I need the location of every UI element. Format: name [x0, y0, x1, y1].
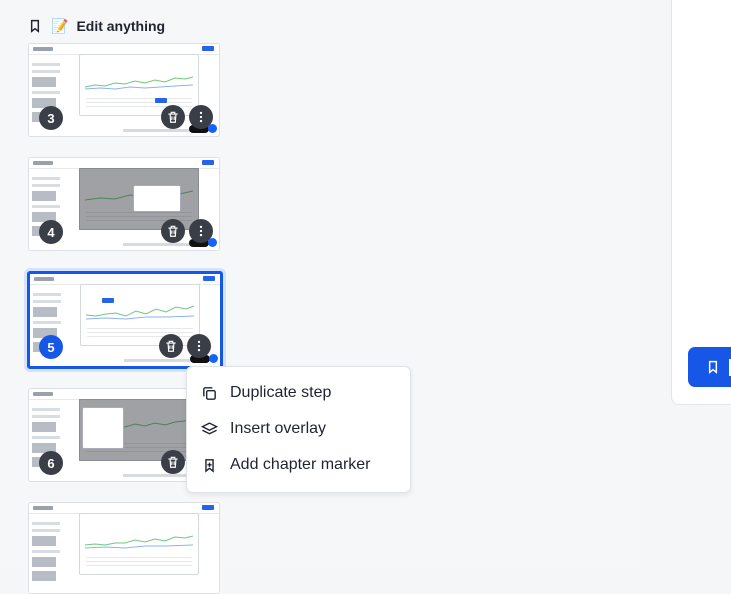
chapter-title: Edit anything	[76, 18, 166, 34]
bookmark-icon	[30, 19, 40, 33]
trash-icon	[166, 340, 176, 352]
add-chapter-marker-menu-item[interactable]: Add chapter marker	[201, 449, 397, 481]
step-context-menu: Duplicate step Insert overlay Add chapte…	[186, 366, 411, 493]
delete-step-button[interactable]	[161, 219, 185, 243]
step-number-badge: 5	[39, 335, 63, 359]
step-number-badge: 3	[39, 106, 63, 130]
step-card-4[interactable]: 4	[28, 157, 220, 251]
step-menu-button[interactable]	[187, 334, 211, 358]
duplicate-step-label: Duplicate step	[230, 384, 332, 401]
step-card-7-partial[interactable]	[28, 502, 220, 594]
step-card-5-selected[interactable]: 5	[27, 271, 223, 369]
trash-icon	[168, 225, 178, 237]
step-menu-button[interactable]	[189, 105, 213, 129]
trash-icon	[168, 111, 178, 123]
more-vertical-icon	[199, 111, 203, 123]
editor-right-panel	[671, 0, 731, 405]
duplicate-step-menu-item[interactable]: Duplicate step	[201, 377, 397, 409]
chapter-emoji: 📝	[51, 17, 69, 34]
layers-icon	[201, 421, 218, 435]
delete-step-button[interactable]	[159, 334, 183, 358]
bookmark-icon	[708, 360, 718, 374]
insert-overlay-label: Insert overlay	[230, 420, 327, 437]
step-card-3[interactable]: 3	[28, 43, 220, 137]
insert-overlay-menu-item[interactable]: Insert overlay	[201, 413, 397, 445]
more-vertical-icon	[199, 225, 203, 237]
more-vertical-icon	[197, 340, 201, 352]
step-menu-button[interactable]	[189, 219, 213, 243]
delete-step-button[interactable]	[161, 450, 185, 474]
trash-icon	[168, 456, 178, 468]
chapter-header[interactable]: 📝 Edit anything	[27, 14, 165, 38]
chapter-marker-button[interactable]	[688, 347, 731, 387]
duplicate-icon	[203, 386, 216, 400]
step-number-badge: 4	[39, 220, 63, 244]
step-thumbnail	[29, 503, 219, 593]
add-chapter-marker-label: Add chapter marker	[230, 456, 371, 473]
step-number-badge: 6	[39, 451, 63, 475]
bookmark-plus-icon	[205, 458, 214, 473]
delete-step-button[interactable]	[161, 105, 185, 129]
